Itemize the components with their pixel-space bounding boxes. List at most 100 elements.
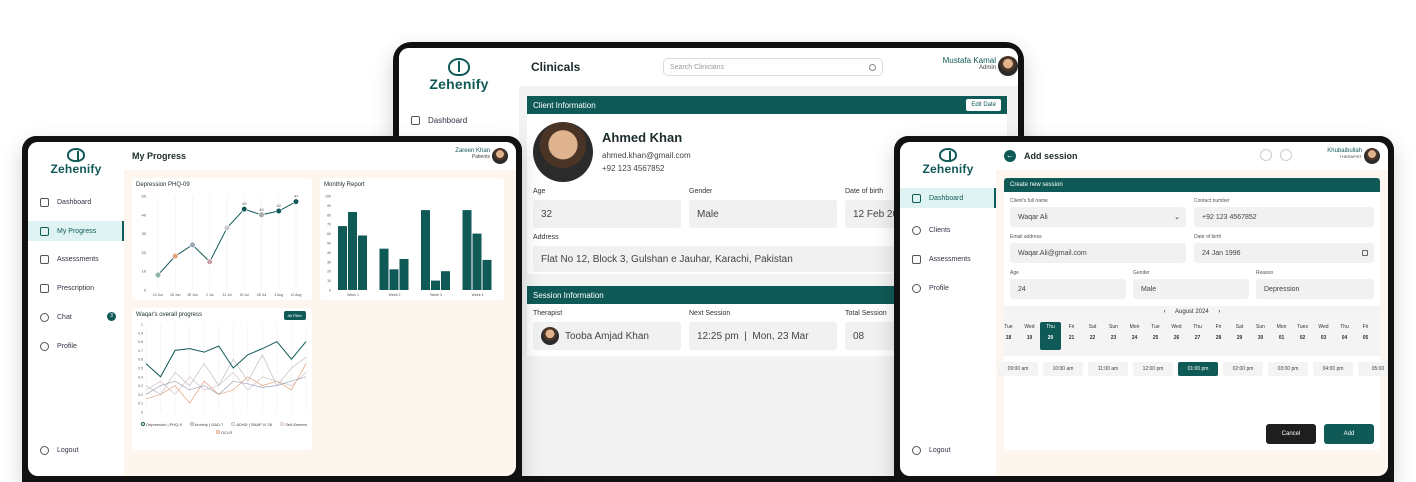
calendar-day[interactable]: Sat 29: [1229, 322, 1250, 350]
day-name: Fri: [1215, 324, 1222, 330]
sidebar-item-dashboard[interactable]: Dashboard: [399, 110, 519, 130]
calendar-day[interactable]: Fri 05: [1355, 322, 1376, 350]
time-slot[interactable]: 11:00 am: [1088, 362, 1128, 376]
sidebar-item-profile[interactable]: Profile: [28, 332, 124, 361]
user-block[interactable]: Zareen Khan Patients: [455, 148, 490, 160]
address-value: Flat No 12, Block 3, Gulshan e Jauhar, K…: [541, 253, 793, 265]
email-label: Email address: [1010, 234, 1042, 240]
sidebar-item-dashboard[interactable]: Dashboard: [900, 188, 996, 208]
client-info-title: Client Information: [533, 100, 596, 110]
time-slot[interactable]: 04:00 pm: [1313, 362, 1353, 376]
search-placeholder: Search Clinicians: [670, 63, 725, 71]
calendar-day[interactable]: Tue 18: [998, 322, 1019, 350]
chevron-right-icon[interactable]: ›: [1218, 309, 1220, 315]
calendar-day[interactable]: Tue 25: [1145, 322, 1166, 350]
sidebar-item-label: Profile: [929, 285, 949, 292]
sidebar-item-assessments[interactable]: Assessments: [900, 245, 996, 274]
time-slot[interactable]: 10:00 am: [1043, 362, 1083, 376]
contact-field[interactable]: +92 123 4567852: [1194, 207, 1374, 227]
calendar-day[interactable]: Sun 30: [1250, 322, 1271, 350]
search-input[interactable]: Search Clinicians: [663, 58, 883, 76]
calendar-day[interactable]: Sat 22: [1082, 322, 1103, 350]
user-icon: [912, 284, 921, 293]
day-name: Sat: [1088, 324, 1097, 330]
calendar-icon[interactable]: [1362, 250, 1368, 256]
user-block[interactable]: Khubaibullah THERAPIST: [1327, 148, 1362, 159]
bell-icon[interactable]: [1260, 149, 1272, 161]
gender-field: Male: [689, 200, 837, 228]
bar: [421, 210, 430, 290]
cancel-button[interactable]: Cancel: [1266, 424, 1316, 444]
tick-label: 0.1: [138, 402, 143, 406]
time-slot[interactable]: 12:00 pm: [1133, 362, 1173, 376]
month-label: August 2024: [1174, 309, 1209, 315]
user-block[interactable]: Mustafa Kamal Admin: [943, 56, 996, 71]
tick-label: 0: [329, 289, 331, 293]
chevron-left-icon[interactable]: ‹: [1164, 309, 1166, 315]
calendar-day[interactable]: Sun 23: [1103, 322, 1124, 350]
search-icon[interactable]: [869, 63, 876, 71]
back-arrow-icon[interactable]: ←: [1004, 150, 1016, 162]
data-point: [258, 211, 265, 218]
legend-dot: [215, 430, 220, 434]
calendar-day[interactable]: Wed 26: [1166, 322, 1187, 350]
calendar-day[interactable]: Tues 02: [1292, 322, 1313, 350]
series-line: [145, 340, 307, 378]
sidebar-item-dashboard[interactable]: Dashboard: [28, 188, 124, 217]
client-email: ahmed.khan@gmail.com: [602, 151, 691, 160]
tick-label: 40: [327, 251, 331, 255]
reason-field[interactable]: Depression: [1256, 279, 1374, 299]
tick-label: 0.5: [138, 367, 143, 371]
sidebar-item-chat[interactable]: Chat 3: [28, 303, 124, 332]
calendar-day[interactable]: Thu 27: [1187, 322, 1208, 350]
tick-label: 10: [327, 279, 331, 283]
progress-screen: Zehenify Dashboard My Progress Assessmen…: [28, 142, 516, 476]
tick-label: Week 1: [347, 293, 359, 297]
sidebar-item-clients[interactable]: Clients: [900, 216, 996, 245]
edit-date-button[interactable]: Edit Date: [966, 99, 1001, 111]
tick-label: 28 Jun: [187, 293, 198, 297]
legend-dot: [189, 422, 194, 426]
name-select[interactable]: Waqar Ali ⌄: [1010, 207, 1186, 227]
progress-nav: Dashboard My Progress Assessments Prescr…: [28, 188, 124, 361]
times-row: 09:00 am 10:00 am 11:00 am 12:00 pm 01:00 pm…: [998, 362, 1388, 376]
logout-button[interactable]: Logout: [900, 440, 950, 460]
calendar-day[interactable]: Mon 01: [1271, 322, 1292, 350]
sidebar-item-prescription[interactable]: Prescription: [28, 274, 124, 303]
calendar-day[interactable]: Thu 20: [1040, 322, 1061, 350]
avatar[interactable]: [492, 148, 508, 164]
gender-field[interactable]: Male: [1133, 279, 1249, 299]
age-field[interactable]: 24: [1010, 279, 1126, 299]
clinicals-header: Clinicals Search Clinicians Mustafa Kama…: [519, 48, 1018, 86]
legend-item: Self-Esteem: [280, 422, 307, 427]
calendar-day[interactable]: Fri 28: [1208, 322, 1229, 350]
bar: [389, 269, 399, 290]
sidebar-item-profile[interactable]: Profile: [900, 274, 996, 303]
session-header: ← Add session Khubaibullah THERAPIST: [996, 142, 1388, 170]
chat-icon[interactable]: [1280, 149, 1292, 161]
calendar-day[interactable]: Wed 19: [1019, 322, 1040, 350]
sidebar-item-label: Assessments: [929, 256, 971, 263]
time-slot[interactable]: 02:00 pm: [1223, 362, 1263, 376]
time-slot[interactable]: 09:00 am: [998, 362, 1038, 376]
time-slot[interactable]: 03:00 pm: [1268, 362, 1308, 376]
dob-field[interactable]: 24 Jan 1996: [1194, 243, 1374, 263]
legend-label: Self-Esteem: [285, 422, 308, 427]
add-button[interactable]: Add: [1324, 424, 1374, 444]
calendar-day[interactable]: Mon 24: [1124, 322, 1145, 350]
email-field[interactable]: Waqar.Ali@gmail.com: [1010, 243, 1186, 263]
legend-label: OCI-R: [220, 430, 233, 435]
logout-button[interactable]: Logout: [28, 440, 78, 460]
avatar[interactable]: [998, 56, 1018, 76]
sidebar-item-my-progress[interactable]: My Progress: [28, 221, 124, 241]
time-slot[interactable]: 05:00: [1358, 362, 1388, 376]
avatar[interactable]: [1364, 148, 1380, 164]
client-info-header: Client Information Edit Date: [527, 96, 1007, 114]
sidebar-item-assessments[interactable]: Assessments: [28, 245, 124, 274]
age-value: 32: [541, 208, 553, 220]
calendar-day[interactable]: Wed 03: [1313, 322, 1334, 350]
calendar-day[interactable]: Thu 04: [1334, 322, 1355, 350]
time-slot[interactable]: 01:00 pm: [1178, 362, 1218, 376]
calendar-day[interactable]: Fri 21: [1061, 322, 1082, 350]
bar: [399, 258, 409, 290]
